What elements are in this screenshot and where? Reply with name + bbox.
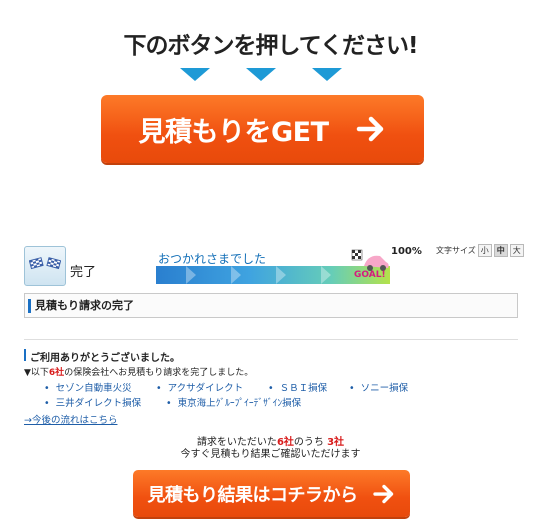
thanks-heading: ご利用ありがとうございました。 xyxy=(24,349,180,364)
font-size-control: 文字サイズ 小 中 大 xyxy=(436,244,524,257)
summary-line-2: 今すぐ見積もり結果ご確認いただけます xyxy=(180,449,361,460)
divider xyxy=(24,339,518,340)
summary-text: のうち xyxy=(293,437,324,448)
down-triangle-icon xyxy=(180,68,210,81)
view-results-button-label: 見積もり結果はコチラから xyxy=(147,484,359,506)
checkered-flag-icon xyxy=(24,246,66,286)
down-triangle-icon xyxy=(246,68,276,81)
progress-message: おつかれさまでした xyxy=(158,252,267,266)
desc-prefix: ▼以下 xyxy=(24,368,49,378)
summary-text: 請求をいただいた xyxy=(196,437,277,448)
list-item: セゾン自動車火災 xyxy=(44,380,132,394)
font-size-label: 文字サイズ xyxy=(436,246,476,255)
arrow-right-icon xyxy=(356,116,383,142)
down-arrows xyxy=(0,68,541,82)
summary-available-count: 3社 xyxy=(327,437,345,448)
desc-suffix: の保険会社へお見積もり請求を完了しました。 xyxy=(64,368,254,378)
down-triangle-icon xyxy=(312,68,342,81)
result-summary: 請求をいただいた6社のうち 3社 今すぐ見積もり結果ご確認いただけます xyxy=(0,437,541,461)
promo-headline: 下のボタンを押してください! xyxy=(123,33,418,59)
list-item: ソニー損保 xyxy=(349,380,409,394)
font-size-small-button[interactable]: 小 xyxy=(477,244,492,257)
next-steps-link[interactable]: →今後の流れはこちら xyxy=(24,412,117,426)
completion-description: ▼以下6社の保険会社へお見積もり請求を完了しました。 xyxy=(24,365,253,378)
view-results-button[interactable]: 見積もり結果はコチラから xyxy=(133,470,410,517)
goal-label: GOAL! xyxy=(354,270,386,280)
font-size-medium-button[interactable]: 中 xyxy=(493,244,508,257)
summary-requested-count: 6社 xyxy=(276,437,294,448)
arrow-right-icon xyxy=(372,484,393,503)
list-item: 三井ダイレクト損保 xyxy=(44,395,142,409)
get-estimate-button-label: 見積もりをGET xyxy=(138,116,329,148)
list-item: アクサダイレクト xyxy=(156,380,244,394)
step-label: 完了 xyxy=(70,265,97,280)
get-estimate-button[interactable]: 見積もりをGET xyxy=(101,95,424,163)
progress-header: 完了 おつかれさまでした GOAL! 100% 文字サイズ 小 中 大 xyxy=(20,244,529,288)
list-item: 東京海上ｸﾞﾙｰﾌﾟｲｰﾃﾞｻﾞｲﾝ損保 xyxy=(166,395,302,409)
list-item: ＳＢＩ損保 xyxy=(268,380,328,394)
section-title: 見積もり請求の完了 xyxy=(24,293,518,318)
progress-percent: 100% xyxy=(391,246,422,257)
desc-count: 6社 xyxy=(48,368,65,378)
font-size-large-button[interactable]: 大 xyxy=(509,244,524,257)
